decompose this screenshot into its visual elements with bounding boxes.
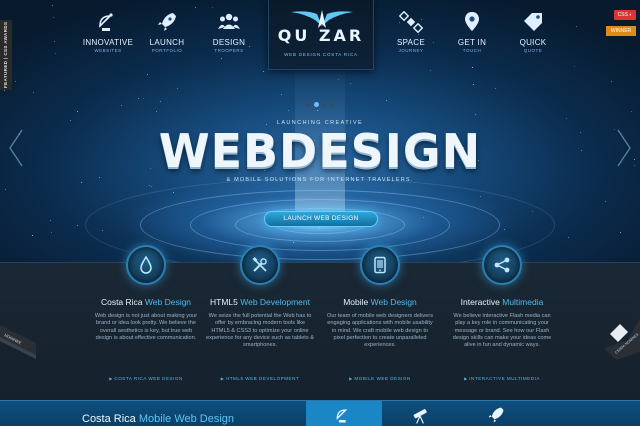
star (262, 71, 264, 73)
service-icon-circle[interactable] (360, 245, 400, 285)
star (4, 89, 6, 91)
cssda-ribbon-right[interactable]: CSSDA NOMINEE (604, 318, 640, 360)
nav-sub: TROOPERS (214, 48, 244, 53)
service-title-plain: Interactive (460, 297, 503, 307)
service-description: Our team of mobile web designers deliver… (326, 313, 434, 349)
service-title-highlight: Web Development (240, 297, 310, 307)
nav-label: LAUNCH (149, 38, 185, 47)
services-section: Costa Rica Web Design Web design is not … (0, 245, 640, 400)
service-title-plain: Costa Rica (100, 297, 145, 307)
nav-sub: QUOTE (523, 48, 543, 53)
share-icon (494, 257, 510, 273)
service-link[interactable]: INTERACTIVE MULTIMEDIA (440, 376, 564, 381)
service-title-highlight: Web Design (144, 297, 192, 307)
logo-text: QU ZAR (277, 26, 365, 45)
service-link[interactable]: COSTA RICA WEB DESIGN (84, 376, 208, 381)
nav-sub: PORTFOLIO (151, 48, 183, 53)
logo[interactable]: QU ZAR WEB DESIGN COSTA RICA (268, 0, 374, 70)
star (50, 219, 52, 221)
bottom-title-highlight: Mobile Web Design (138, 413, 235, 425)
hero-section: INNOVATIVE WEBSITES LAUNCH PORTFOLIO DES… (0, 0, 640, 262)
location-pin-icon (465, 12, 479, 31)
service-title-highlight: Web Design (370, 297, 417, 307)
star (5, 189, 7, 191)
bottom-tab-rocket[interactable] (458, 401, 534, 426)
service-link[interactable]: HTML5 WEB DEVELOPMENT (198, 376, 322, 381)
satellite-dish-icon (336, 409, 348, 423)
star (474, 114, 476, 116)
service-icon-circle[interactable] (126, 245, 166, 285)
bottom-tab-telescope[interactable] (382, 401, 458, 426)
service-title-plain: HTML5 (209, 297, 241, 307)
team-icon (218, 13, 240, 29)
service-icon-circle[interactable] (482, 245, 522, 285)
rocket-icon (158, 13, 176, 31)
nav-label: DESIGN (212, 38, 246, 47)
star (565, 117, 567, 119)
bottom-section-title: Costa Rica Mobile Web Design (82, 413, 234, 425)
service-link[interactable]: MOBILE WEB DESIGN (318, 376, 442, 381)
nav-sub: JOURNEY (398, 48, 424, 53)
slide-indicators (0, 94, 640, 112)
star (494, 87, 496, 89)
nav-label: QUICK (519, 38, 547, 47)
star (50, 231, 52, 233)
star (619, 231, 621, 233)
nav-item-quote[interactable]: QUICK QUOTE (498, 10, 568, 53)
star (147, 74, 149, 75)
service-title: Mobile Web Design (318, 297, 442, 307)
star (15, 80, 17, 82)
service-title: HTML5 Web Development (198, 297, 322, 307)
star (429, 70, 431, 72)
nav-item-space[interactable]: SPACE JOURNEY (376, 10, 446, 53)
star (32, 234, 34, 236)
tools-icon (252, 257, 267, 272)
nav-label: SPACE (396, 38, 426, 47)
service-title: Interactive Multimedia (440, 297, 564, 307)
tablet-icon (374, 256, 386, 274)
service-title-plain: Mobile (343, 297, 371, 307)
satellite-icon (399, 10, 423, 34)
bottom-tab-satellite[interactable] (306, 401, 382, 426)
satellite-dish-icon (99, 13, 113, 31)
nav-item-contact[interactable]: GET IN TOUCH (437, 10, 507, 53)
bottom-bar: Costa Rica Mobile Web Design (0, 400, 640, 426)
nominee-ribbon-left[interactable]: NOMINEE (0, 325, 36, 359)
hero-tagline: & MOBILE SOLUTIONS FOR INTERNET TRAVELER… (226, 177, 414, 183)
bottom-title-plain: Costa Rica (82, 413, 139, 425)
service-description: Web design is not just about making your… (94, 313, 198, 341)
service-icon-circle[interactable] (240, 245, 280, 285)
slide-dot[interactable] (329, 102, 335, 107)
star (605, 200, 607, 202)
css-award-badge[interactable]: CSS ◐ (614, 10, 636, 20)
nav-label: GET IN (457, 38, 487, 47)
price-tag-icon (524, 13, 542, 31)
featured-badge[interactable]: FEATURED | CSS AWARDS (0, 20, 12, 90)
winner-badge[interactable]: WINNER (606, 26, 636, 36)
service-description: We seize the full potential the Web has … (206, 313, 314, 349)
hero-title: WEBDESIGN (158, 124, 482, 178)
slide-dot[interactable] (313, 102, 319, 107)
star (611, 81, 613, 83)
nav-item-design[interactable]: DESIGN TROOPERS (194, 10, 264, 53)
slide-dot[interactable] (321, 102, 327, 107)
logo-subtitle: WEB DESIGN COSTA RICA (284, 52, 358, 57)
telescope-icon (413, 409, 427, 424)
nav-sub: TOUCH (462, 48, 482, 53)
launch-web-design-button[interactable]: LAUNCH WEB DESIGN (264, 211, 378, 227)
service-title-highlight: Multimedia (502, 297, 544, 307)
rocket-icon (488, 407, 504, 423)
star (350, 82, 352, 84)
water-drop-icon (140, 256, 152, 274)
star (176, 88, 178, 90)
star (472, 84, 474, 86)
nav-item-launch[interactable]: LAUNCH PORTFOLIO (132, 10, 202, 53)
service-title: Costa Rica Web Design (84, 297, 208, 307)
service-description: We believe interactive Flash media can p… (452, 313, 552, 349)
slide-dot[interactable] (305, 102, 311, 107)
